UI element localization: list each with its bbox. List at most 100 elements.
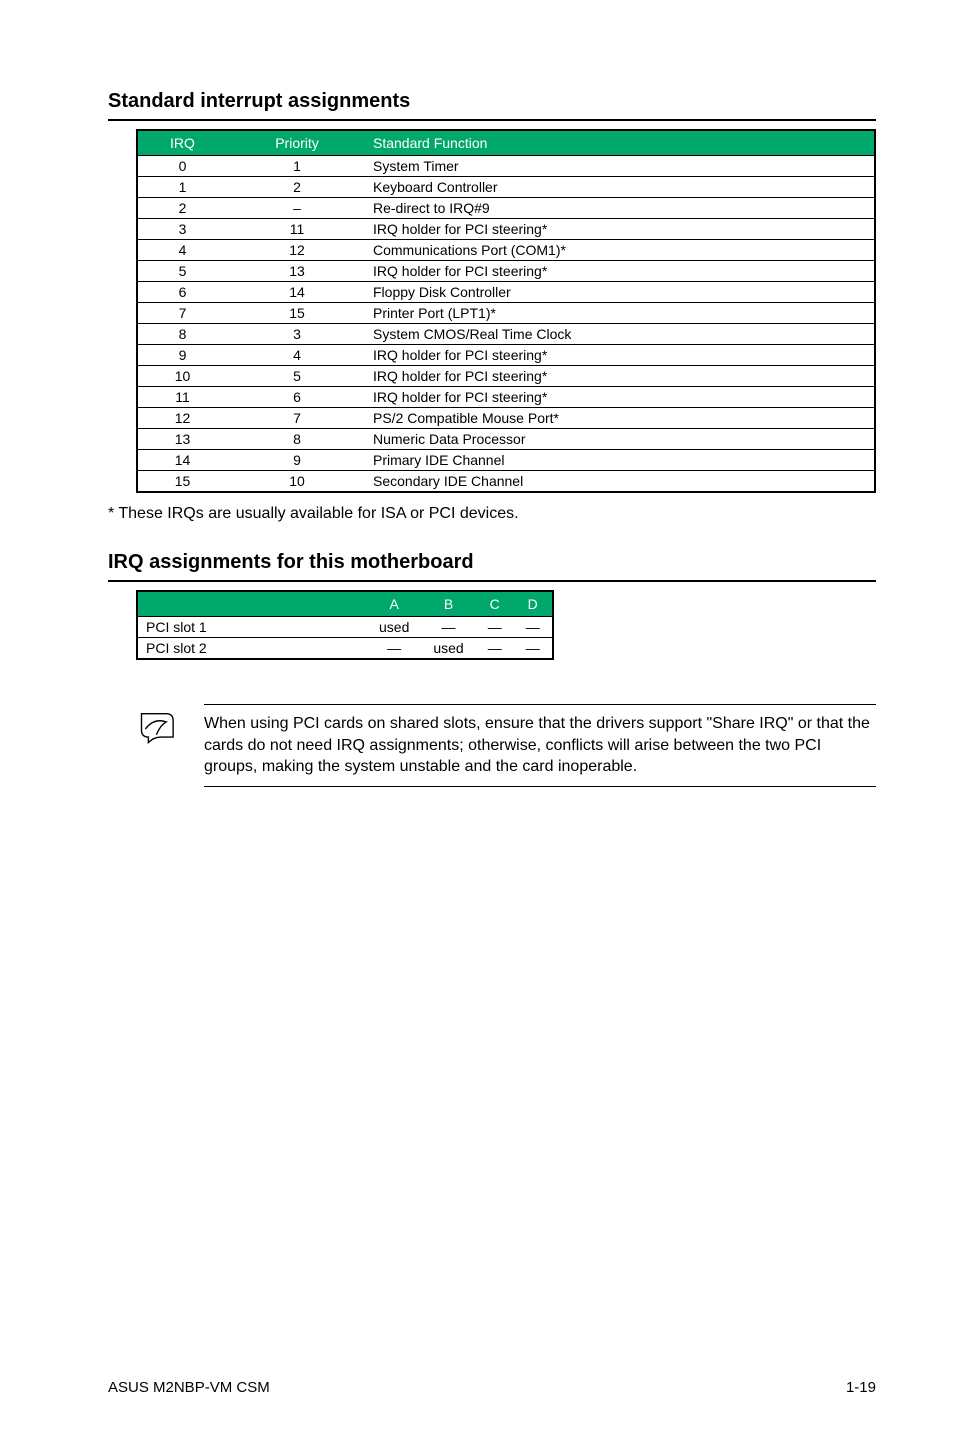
cell-priority: 8 [227, 429, 367, 450]
section1-title: Standard interrupt assignments [108, 90, 876, 113]
cell-label: PCI slot 2 [137, 638, 367, 660]
cell-a: — [367, 638, 421, 660]
cell-irq: 14 [137, 450, 227, 471]
th-b: B [421, 591, 475, 617]
cell-func: PS/2 Compatible Mouse Port* [367, 408, 875, 429]
table-row: 83System CMOS/Real Time Clock [137, 324, 875, 345]
th-c: C [476, 591, 514, 617]
table-row: 12Keyboard Controller [137, 177, 875, 198]
cell-priority: 1 [227, 156, 367, 177]
cell-func: Keyboard Controller [367, 177, 875, 198]
note-rule-top [204, 704, 876, 705]
cell-priority: 3 [227, 324, 367, 345]
cell-irq: 12 [137, 408, 227, 429]
cell-b: used [421, 638, 475, 660]
section1-rule [108, 119, 876, 121]
cell-func: Floppy Disk Controller [367, 282, 875, 303]
cell-b: — [421, 617, 475, 638]
cell-irq: 4 [137, 240, 227, 261]
cell-label: PCI slot 1 [137, 617, 367, 638]
cell-func: IRQ holder for PCI steering* [367, 345, 875, 366]
table-row: PCI slot 2 — used — — [137, 638, 553, 660]
cell-func: Printer Port (LPT1)* [367, 303, 875, 324]
table-row: 149Primary IDE Channel [137, 450, 875, 471]
cell-irq: 3 [137, 219, 227, 240]
cell-priority: 14 [227, 282, 367, 303]
cell-func: System CMOS/Real Time Clock [367, 324, 875, 345]
footer-right: 1-19 [846, 1379, 876, 1396]
table-row: 138Numeric Data Processor [137, 429, 875, 450]
cell-priority: 15 [227, 303, 367, 324]
page-footer: ASUS M2NBP-VM CSM 1-19 [108, 1379, 876, 1396]
footer-left: ASUS M2NBP-VM CSM [108, 1379, 270, 1396]
cell-d: — [514, 638, 553, 660]
table-row: 105IRQ holder for PCI steering* [137, 366, 875, 387]
cell-func: Primary IDE Channel [367, 450, 875, 471]
cell-priority: 7 [227, 408, 367, 429]
cell-func: Numeric Data Processor [367, 429, 875, 450]
th-a: A [367, 591, 421, 617]
cell-func: Communications Port (COM1)* [367, 240, 875, 261]
cell-irq: 8 [137, 324, 227, 345]
cell-d: — [514, 617, 553, 638]
table-row: 2–Re-direct to IRQ#9 [137, 198, 875, 219]
cell-irq: 11 [137, 387, 227, 408]
cell-priority: 10 [227, 471, 367, 493]
th-blank [137, 591, 367, 617]
table-row: 01System Timer [137, 156, 875, 177]
cell-priority: – [227, 198, 367, 219]
irq-footnote: * These IRQs are usually available for I… [108, 505, 876, 523]
cell-priority: 5 [227, 366, 367, 387]
note-rule-bottom [204, 786, 876, 787]
table-row: 412Communications Port (COM1)* [137, 240, 875, 261]
assign-header-row: A B C D [137, 591, 553, 617]
assign-table: A B C D PCI slot 1 used — — — PCI slot 2… [136, 590, 554, 660]
cell-priority: 12 [227, 240, 367, 261]
cell-func: Re-direct to IRQ#9 [367, 198, 875, 219]
note-text-wrap: When using PCI cards on shared slots, en… [204, 704, 876, 787]
cell-priority: 11 [227, 219, 367, 240]
cell-func: IRQ holder for PCI steering* [367, 387, 875, 408]
table-row: 116IRQ holder for PCI steering* [137, 387, 875, 408]
note-text: When using PCI cards on shared slots, en… [204, 713, 876, 778]
table-row: 127PS/2 Compatible Mouse Port* [137, 408, 875, 429]
cell-irq: 13 [137, 429, 227, 450]
irq-header-row: IRQ Priority Standard Function [137, 130, 875, 156]
cell-irq: 10 [137, 366, 227, 387]
cell-priority: 2 [227, 177, 367, 198]
cell-irq: 0 [137, 156, 227, 177]
cell-a: used [367, 617, 421, 638]
cell-priority: 9 [227, 450, 367, 471]
table-row: 311IRQ holder for PCI steering* [137, 219, 875, 240]
table-row: 614Floppy Disk Controller [137, 282, 875, 303]
table-row: 513IRQ holder for PCI steering* [137, 261, 875, 282]
cell-irq: 1 [137, 177, 227, 198]
cell-irq: 2 [137, 198, 227, 219]
cell-priority: 6 [227, 387, 367, 408]
section2-title: IRQ assignments for this motherboard [108, 551, 876, 574]
table-row: PCI slot 1 used — — — [137, 617, 553, 638]
table-row: 94IRQ holder for PCI steering* [137, 345, 875, 366]
cell-irq: 6 [137, 282, 227, 303]
th-d: D [514, 591, 553, 617]
cell-c: — [476, 638, 514, 660]
cell-func: Secondary IDE Channel [367, 471, 875, 493]
table-row: 715Printer Port (LPT1)* [137, 303, 875, 324]
cell-irq: 7 [137, 303, 227, 324]
cell-c: — [476, 617, 514, 638]
cell-priority: 13 [227, 261, 367, 282]
cell-func: System Timer [367, 156, 875, 177]
cell-func: IRQ holder for PCI steering* [367, 261, 875, 282]
th-func: Standard Function [367, 130, 875, 156]
note-icon [136, 704, 180, 753]
cell-func: IRQ holder for PCI steering* [367, 366, 875, 387]
cell-irq: 9 [137, 345, 227, 366]
th-irq: IRQ [137, 130, 227, 156]
cell-priority: 4 [227, 345, 367, 366]
th-priority: Priority [227, 130, 367, 156]
irq-table: IRQ Priority Standard Function 01System … [136, 129, 876, 493]
table-row: 1510Secondary IDE Channel [137, 471, 875, 493]
cell-func: IRQ holder for PCI steering* [367, 219, 875, 240]
section2-rule [108, 580, 876, 582]
cell-irq: 15 [137, 471, 227, 493]
